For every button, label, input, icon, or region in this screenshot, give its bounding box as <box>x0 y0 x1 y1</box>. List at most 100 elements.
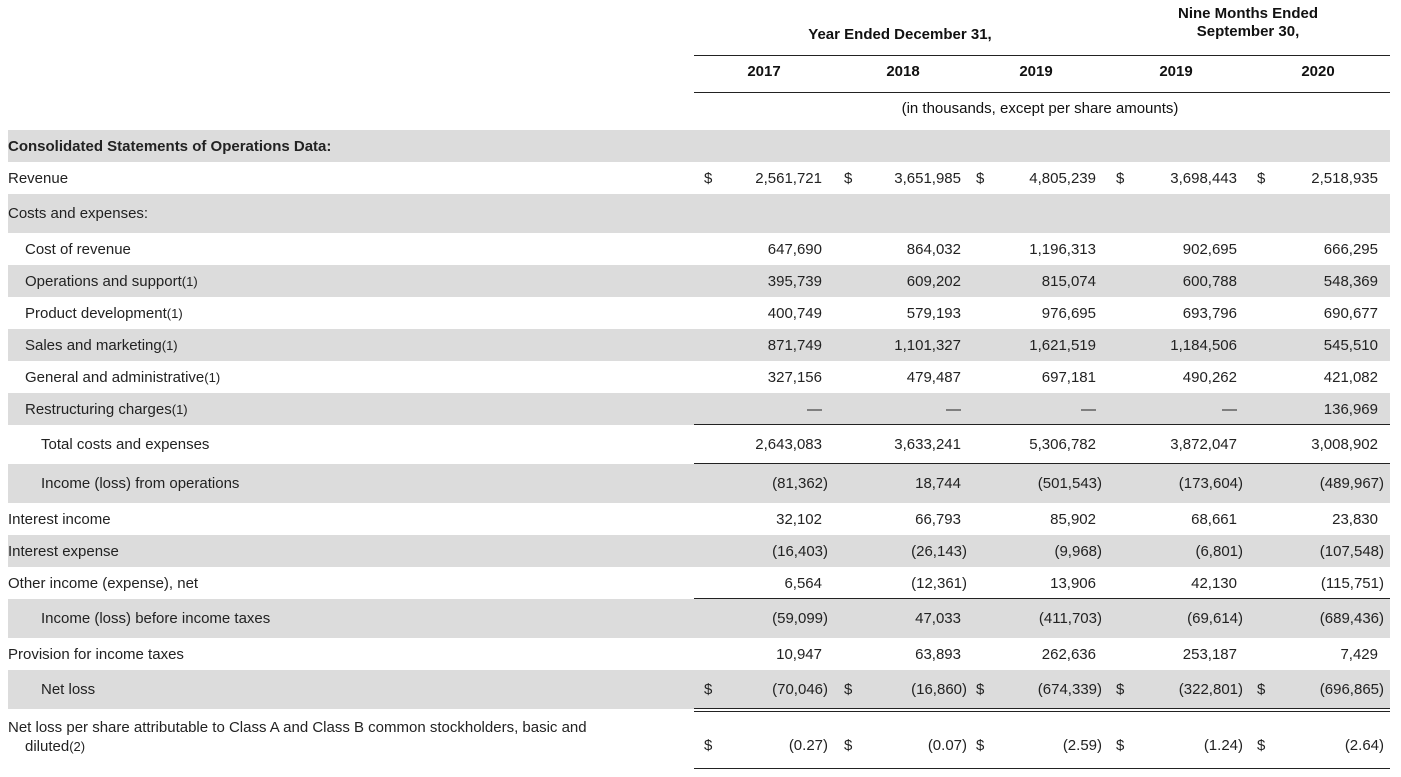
table-cell: (2.64) <box>1344 737 1384 754</box>
row-label-text: General and administrative <box>25 368 205 386</box>
table-row: Cost of revenue 647,690 864,032 1,196,313 90… <box>8 233 1390 265</box>
row-label-interest-income: Interest income <box>8 511 111 528</box>
table-cell: 85,902 <box>1050 510 1096 528</box>
row-label-text: Cost of revenue <box>25 240 131 258</box>
table-cell: 13,906 <box>1050 574 1096 592</box>
row-label-text: Costs and expenses: <box>8 205 149 222</box>
table-cell: (70,046) <box>772 681 828 698</box>
table-cell: (489,967) <box>1319 475 1384 492</box>
table-cell: 545,510 <box>1323 336 1378 354</box>
row-label-restructuring-charges: Restructuring charges(1) <box>25 401 188 418</box>
year-header-2017: 2017 <box>747 63 781 80</box>
footnote-ref: (1) <box>204 369 221 385</box>
table-row: Costs and expenses: <box>8 194 1390 233</box>
row-label-net-loss-per-share-attributable-to-class: Net loss per share attributable to Class… <box>8 719 587 736</box>
units-note: (in thousands, except per share amounts) <box>901 100 1179 117</box>
table-cell: 479,487 <box>906 368 961 386</box>
row-label-product-development: Product development(1) <box>25 305 183 322</box>
dollar-sign: $ <box>704 681 713 698</box>
table-row: Interest expense (16,403) (26,143) (9,968) (… <box>8 535 1390 567</box>
total-rule <box>694 768 1390 769</box>
dollar-sign: $ <box>1257 681 1266 698</box>
footnote-ref: (1) <box>171 401 188 417</box>
table-row: Consolidated Statements of Operations Da… <box>8 130 1390 162</box>
row-label-text: Provision for income taxes <box>8 645 184 663</box>
table-cell: 66,793 <box>915 510 961 528</box>
table-cell: 2,561,721 <box>755 169 822 187</box>
table-cell: 42,130 <box>1191 574 1237 592</box>
table-cell: (1.24) <box>1203 737 1243 754</box>
table-cell: (16,860) <box>911 681 967 698</box>
table-cell: 6,564 <box>784 574 822 592</box>
table-row: Sales and marketing(1) 871,749 1,101,327 1,… <box>8 329 1390 361</box>
header-year-ended: Year Ended December 31, <box>808 26 992 43</box>
row-label-text: Sales and marketing <box>25 336 162 354</box>
row-label-general-and-administrative: General and administrative(1) <box>25 369 220 386</box>
table-cell: (689,436) <box>1319 610 1384 627</box>
footnote-ref: (1) <box>161 337 178 353</box>
table-cell: 976,695 <box>1041 304 1096 322</box>
table-cell: 327,156 <box>767 368 822 386</box>
table-row: Restructuring charges(1) — — — — 136,969 <box>8 393 1390 425</box>
table-cell: (696,865) <box>1319 681 1384 698</box>
table-cell: 666,295 <box>1323 240 1378 258</box>
dollar-sign: $ <box>1116 169 1125 187</box>
row-label-cost-of-revenue: Cost of revenue <box>25 241 131 258</box>
dollar-sign: $ <box>976 737 985 754</box>
table-cell: 3,698,443 <box>1170 169 1237 187</box>
row-label-text: Operations and support <box>25 272 182 290</box>
footnote-ref: (1) <box>166 305 183 321</box>
table-cell: 1,101,327 <box>894 336 961 354</box>
table-cell: 47,033 <box>915 610 961 627</box>
table-cell: 697,181 <box>1041 368 1096 386</box>
header-nine-months-line2: September 30, <box>1196 23 1300 40</box>
row-label-text: Restructuring charges <box>25 400 172 418</box>
row-label-text: Interest expense <box>8 542 119 560</box>
row-label-revenue: Revenue <box>8 170 68 187</box>
table-cell: 23,830 <box>1332 510 1378 528</box>
table-cell: (0.07) <box>927 737 967 754</box>
dollar-sign: $ <box>844 737 853 754</box>
year-header-2020: 2020 <box>1301 63 1335 80</box>
row-label-costs-and-expenses: Costs and expenses: <box>8 205 148 222</box>
table-row: Net loss per share attributable to Class… <box>8 709 1390 769</box>
table-cell: 3,872,047 <box>1170 436 1237 453</box>
table-cell: 690,677 <box>1323 304 1378 322</box>
table-cell: 32,102 <box>776 510 822 528</box>
table-cell: 3,008,902 <box>1311 436 1378 453</box>
table-cell: (2.59) <box>1062 737 1102 754</box>
table-cell: 5,306,782 <box>1029 436 1096 453</box>
table-cell: (81,362) <box>772 475 828 492</box>
table-cell: (12,361) <box>911 574 967 592</box>
table-cell: 2,643,083 <box>755 436 822 453</box>
table-cell: — <box>946 400 961 418</box>
table-cell: 400,749 <box>767 304 822 322</box>
table-cell: 395,739 <box>767 272 822 290</box>
table-cell: 253,187 <box>1182 645 1237 663</box>
table-cell: 262,636 <box>1041 645 1096 663</box>
dollar-sign: $ <box>1257 737 1266 754</box>
dollar-sign: $ <box>976 681 985 698</box>
table-cell: 421,082 <box>1323 368 1378 386</box>
header-nine-months-line1: Nine Months Ended <box>1178 5 1318 22</box>
row-label-income-before-income-taxes: Income (loss) before income taxes <box>41 610 270 627</box>
table-row: Income (loss) from operations (81,362) 18,… <box>8 464 1390 503</box>
table-cell: 3,633,241 <box>894 436 961 453</box>
row-label-interest-expense: Interest expense <box>8 543 119 560</box>
table-cell: 609,202 <box>906 272 961 290</box>
table-cell: 600,788 <box>1182 272 1237 290</box>
year-header-2019-nine-months: 2019 <box>1159 63 1193 80</box>
table-cell: 1,184,506 <box>1170 336 1237 354</box>
table-row: Product development(1) 400,749 579,193 976,… <box>8 297 1390 329</box>
table-cell: (115,751) <box>1320 574 1384 592</box>
table-cell: (411,703) <box>1038 610 1102 627</box>
row-label-text: Net loss <box>41 681 96 698</box>
table-cell: (6,801) <box>1195 542 1243 560</box>
table-row: Revenue $ $ $ $ $2,561,721 3,651,985 4,805,239 3… <box>8 162 1390 194</box>
row-label-total-costs-and-expenses: Total costs and expenses <box>41 436 209 453</box>
year-header-2018: 2018 <box>886 63 920 80</box>
table-cell: 2,518,935 <box>1311 169 1378 187</box>
row-label-continuation: diluted(2) <box>25 738 85 755</box>
table-row: Income (loss) before income taxes (59,099… <box>8 599 1390 638</box>
table-cell: 136,969 <box>1323 400 1378 418</box>
